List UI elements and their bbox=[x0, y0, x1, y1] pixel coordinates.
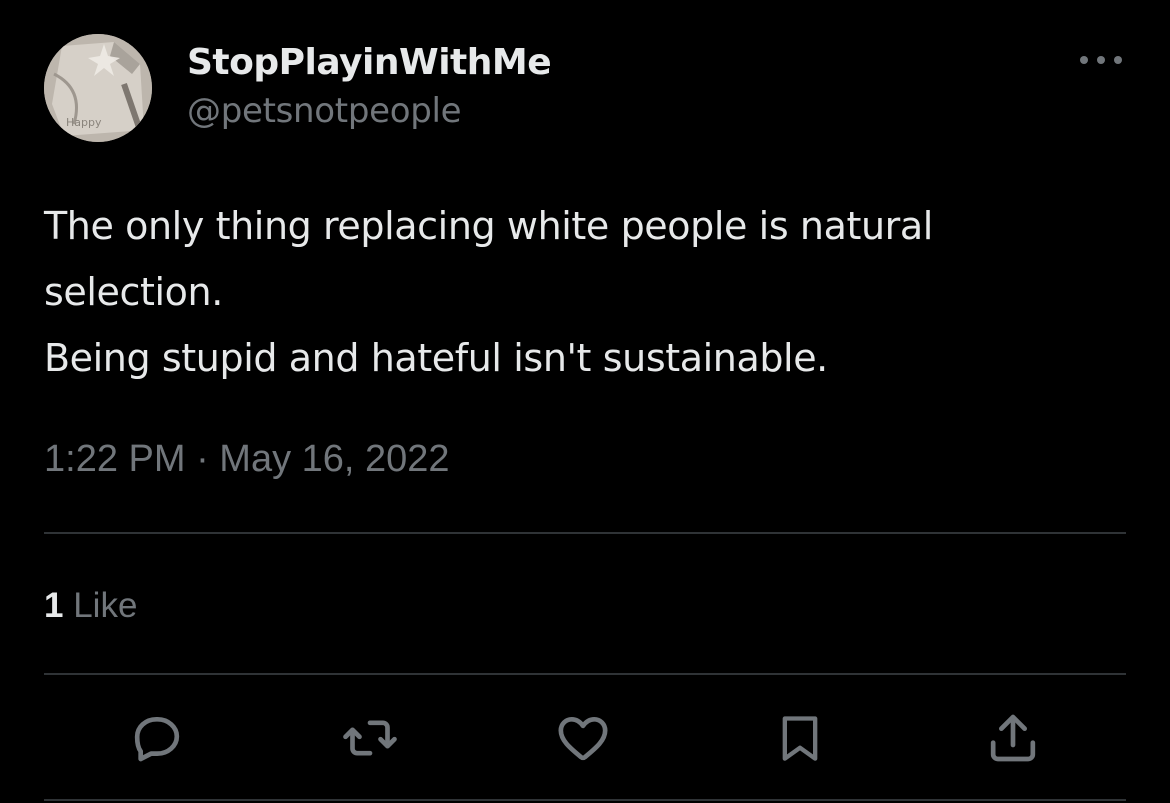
tweet-header: Happy StopPlayinWithMe @petsnotpeople bbox=[44, 34, 1126, 144]
action-bar bbox=[0, 705, 1170, 771]
bookmark-button[interactable] bbox=[767, 705, 833, 771]
heart-icon bbox=[558, 717, 608, 761]
retweet-button[interactable] bbox=[337, 705, 403, 771]
likes-count: 1 bbox=[44, 586, 64, 625]
tweet-text: The only thing replacing white people is… bbox=[44, 193, 1124, 391]
display-name[interactable]: StopPlayinWithMe bbox=[187, 40, 552, 86]
tweet-text-line: Being stupid and hateful isn't sustainab… bbox=[44, 336, 828, 380]
avatar-caption: Happy bbox=[66, 116, 102, 129]
tweet-timestamp[interactable]: 1:22 PM · May 16, 2022 bbox=[44, 434, 450, 484]
share-button[interactable] bbox=[980, 705, 1046, 771]
retweet-icon bbox=[343, 720, 397, 756]
share-icon bbox=[990, 714, 1036, 762]
avatar[interactable]: Happy bbox=[44, 34, 152, 142]
divider bbox=[44, 673, 1126, 675]
bookmark-icon bbox=[782, 716, 818, 761]
tweet-text-line: The only thing replacing white people is… bbox=[44, 204, 933, 248]
author-names: StopPlayinWithMe @petsnotpeople bbox=[187, 40, 552, 136]
likes-summary[interactable]: 1 Like bbox=[44, 584, 137, 628]
likes-label: Like bbox=[73, 586, 138, 625]
user-handle[interactable]: @petsnotpeople bbox=[187, 86, 551, 136]
divider bbox=[44, 532, 1126, 534]
like-button[interactable] bbox=[550, 705, 616, 771]
avatar-image: Happy bbox=[44, 34, 152, 142]
tweet-text-line: selection. bbox=[44, 270, 223, 314]
more-options-button[interactable] bbox=[1076, 48, 1126, 72]
reply-button[interactable] bbox=[124, 705, 190, 771]
more-horizontal-icon bbox=[1080, 56, 1122, 64]
reply-icon bbox=[134, 717, 180, 762]
divider bbox=[44, 799, 1126, 801]
